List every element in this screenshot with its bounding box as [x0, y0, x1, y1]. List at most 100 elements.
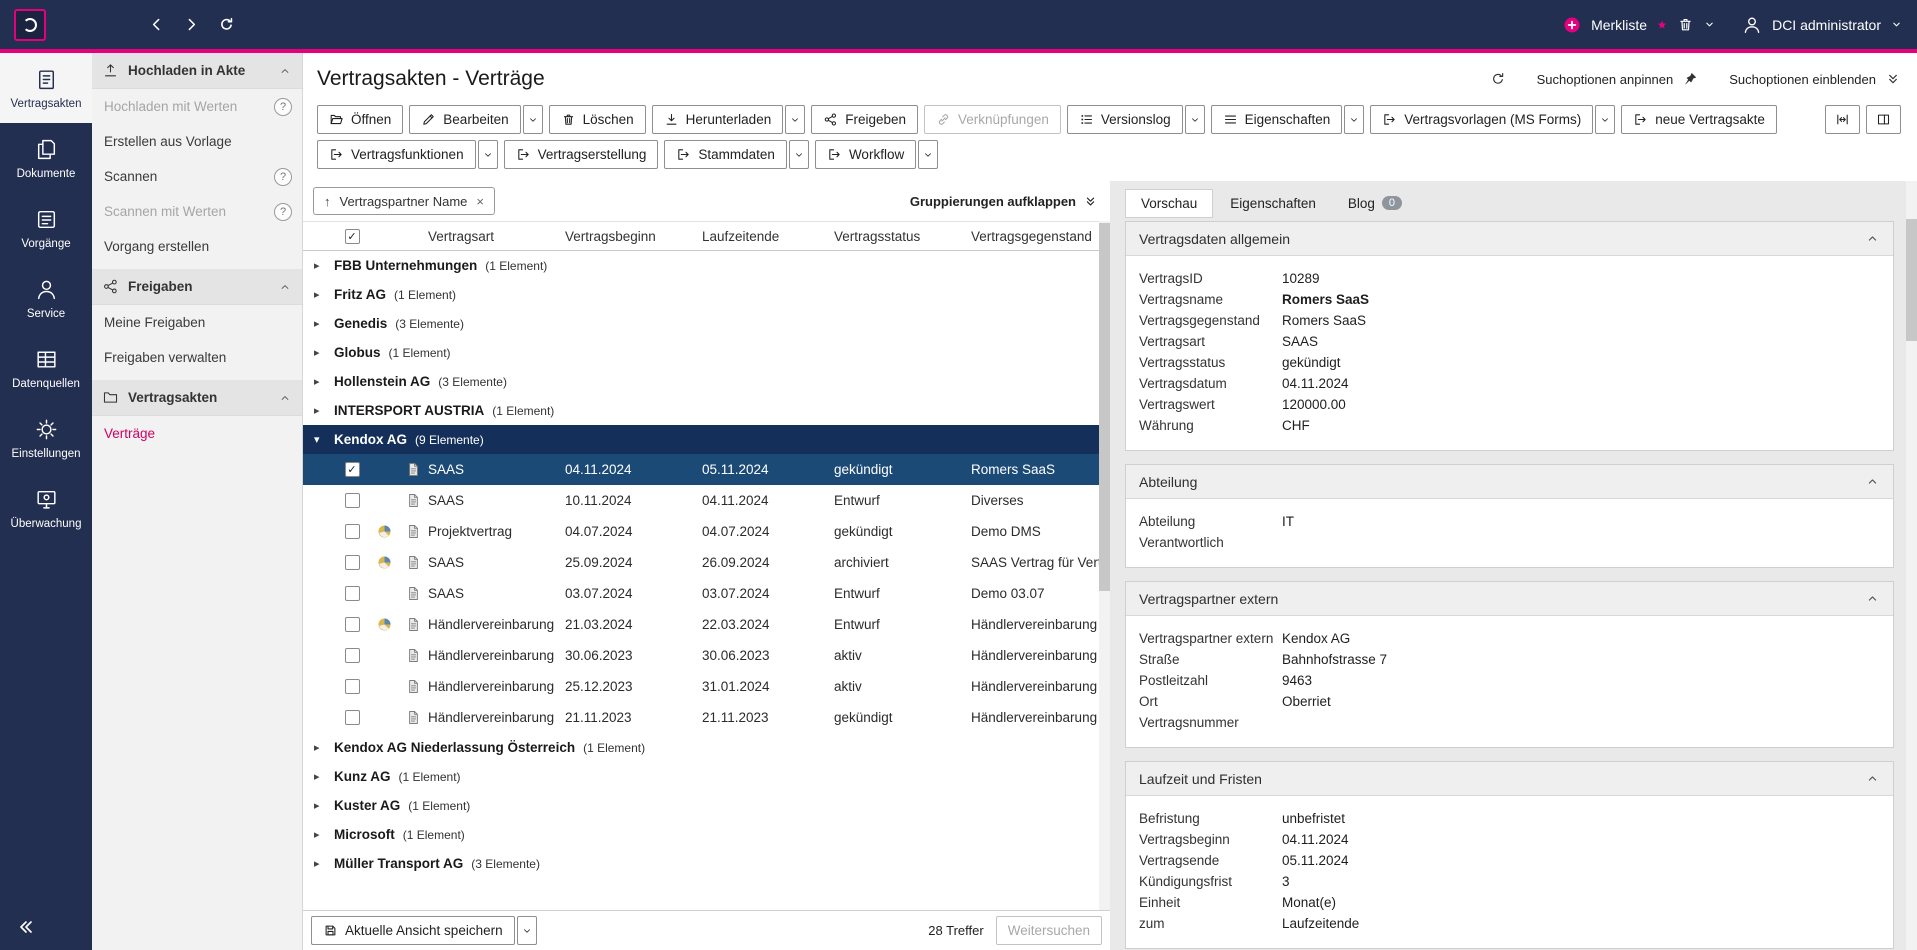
sidebar-item-vertragsakten[interactable]: Vertragsakten	[0, 53, 92, 123]
app-logo[interactable]	[14, 9, 46, 41]
table-row[interactable]: SAAS25.09.202426.09.2024archiviertSAAS V…	[303, 547, 1099, 578]
löschen-button[interactable]: Löschen	[549, 105, 646, 134]
expand-view-button[interactable]	[1825, 105, 1860, 134]
expander-icon[interactable]: ▸	[314, 375, 326, 388]
menu-section-vertragsakten[interactable]: Vertragsakten	[92, 380, 302, 416]
section-header[interactable]: Vertragsdaten allgemein	[1126, 222, 1893, 256]
stammdaten-button[interactable]: Stammdaten	[664, 140, 787, 169]
bearbeiten-dropdown-button[interactable]	[523, 105, 543, 134]
table-row[interactable]: SAAS03.07.202403.07.2024EntwurfDemo 03.0…	[303, 578, 1099, 609]
menu-item-hochladen-mit-werten[interactable]: Hochladen mit Werten?	[92, 89, 302, 124]
group-row-intersport-austria[interactable]: ▸INTERSPORT AUSTRIA(1 Element)	[303, 396, 1099, 425]
user-name[interactable]: DCI administrator	[1772, 17, 1881, 33]
menu-item-scannen-mit-werten[interactable]: Scannen mit Werten?	[92, 194, 302, 229]
tab-eigenschaften[interactable]: Eigenschaften	[1215, 190, 1331, 217]
remove-filter-icon[interactable]: ×	[476, 194, 484, 209]
sidebar-item-datenquellen[interactable]: Datenquellen	[0, 333, 92, 403]
row-checkbox[interactable]	[345, 648, 360, 663]
group-row-kunz-ag[interactable]: ▸Kunz AG(1 Element)	[303, 762, 1099, 791]
menu-section-hochladen-in-akte[interactable]: Hochladen in Akte	[92, 53, 302, 89]
table-row[interactable]: Projektvertrag04.07.202404.07.2024gekünd…	[303, 516, 1099, 547]
sidebar-item-dokumente[interactable]: Dokumente	[0, 123, 92, 193]
menu-section-freigaben[interactable]: Freigaben	[92, 269, 302, 305]
expander-icon[interactable]: ▸	[314, 857, 326, 870]
table-row[interactable]: Händlervereinbarung30.06.202330.06.2023a…	[303, 640, 1099, 671]
column-header-vertragsbeginn[interactable]: Vertragsbeginn	[565, 229, 702, 244]
merkliste-dropdown-icon[interactable]	[1703, 18, 1716, 31]
group-row-microsoft[interactable]: ▸Microsoft(1 Element)	[303, 820, 1099, 849]
save-view-dropdown-button[interactable]	[517, 916, 537, 945]
menu-item-scannen[interactable]: Scannen?	[92, 159, 302, 194]
pin-icon[interactable]	[1682, 71, 1698, 87]
row-checkbox[interactable]	[345, 524, 360, 539]
filter-chip[interactable]: ↑ Vertragspartner Name ×	[313, 187, 495, 215]
group-row-fbb-unternehmungen[interactable]: ▸FBB Unternehmungen(1 Element)	[303, 251, 1099, 280]
group-row-kuster-ag[interactable]: ▸Kuster AG(1 Element)	[303, 791, 1099, 820]
menu-item-vorgang-erstellen[interactable]: Vorgang erstellen	[92, 229, 302, 264]
bearbeiten-button[interactable]: Bearbeiten	[409, 105, 520, 134]
neue-vertragsakte-button[interactable]: neue Vertragsakte	[1621, 105, 1777, 134]
add-to-merkliste-icon[interactable]	[1562, 15, 1582, 35]
group-row-hollenstein-ag[interactable]: ▸Hollenstein AG(3 Elemente)	[303, 367, 1099, 396]
row-checkbox[interactable]	[345, 555, 360, 570]
refresh-results-icon[interactable]	[1490, 71, 1506, 87]
back-icon[interactable]	[148, 16, 165, 33]
expand-groupings-button[interactable]: Gruppierungen aufklappen	[910, 194, 1098, 209]
column-header-laufzeitende[interactable]: Laufzeitende	[702, 229, 834, 244]
sidebar-item-service[interactable]: Service	[0, 263, 92, 333]
vertragsvorlagen-ms-forms-dropdown-button[interactable]	[1595, 105, 1615, 134]
versionslog-button[interactable]: Versionslog	[1067, 105, 1183, 134]
herunterladen-button[interactable]: Herunterladen	[652, 105, 784, 134]
user-dropdown-icon[interactable]	[1890, 18, 1903, 31]
column-header-vertragsart[interactable]: Vertragsart	[428, 229, 565, 244]
tab-vorschau[interactable]: Vorschau	[1125, 189, 1213, 218]
panel-scrollbar[interactable]	[1906, 181, 1917, 950]
list-scrollbar-thumb[interactable]	[1099, 223, 1110, 591]
row-checkbox[interactable]	[345, 710, 360, 725]
tab-blog[interactable]: Blog0	[1333, 190, 1417, 217]
expander-icon[interactable]: ▸	[314, 288, 326, 301]
table-row[interactable]: ✓SAAS04.11.202405.11.2024gekündigtRomers…	[303, 454, 1099, 485]
row-checkbox[interactable]	[345, 493, 360, 508]
expander-icon[interactable]: ▾	[314, 433, 326, 446]
workflow-button[interactable]: Workflow	[815, 140, 916, 169]
group-row-genedis[interactable]: ▸Genedis(3 Elemente)	[303, 309, 1099, 338]
table-row[interactable]: Händlervereinbarung21.11.202321.11.2023g…	[303, 702, 1099, 733]
save-current-view-button[interactable]: Aktuelle Ansicht speichern	[311, 916, 515, 945]
menu-item-verträge[interactable]: Verträge	[92, 416, 302, 451]
pin-search-options[interactable]: Suchoptionen anpinnen	[1537, 72, 1674, 87]
favorite-star-icon[interactable]	[1656, 19, 1668, 31]
menu-item-meine-freigaben[interactable]: Meine Freigaben	[92, 305, 302, 340]
expand-search-options-icon[interactable]	[1885, 71, 1901, 87]
expander-icon[interactable]: ▸	[314, 741, 326, 754]
group-row-kendox-ag-niederlassung-österreich[interactable]: ▸Kendox AG Niederlassung Österreich(1 El…	[303, 733, 1099, 762]
expander-icon[interactable]: ▸	[314, 346, 326, 359]
group-row-fritz-ag[interactable]: ▸Fritz AG(1 Element)	[303, 280, 1099, 309]
row-checkbox[interactable]: ✓	[345, 462, 360, 477]
help-icon[interactable]: ?	[274, 168, 292, 186]
sidebar-collapse-button[interactable]	[0, 904, 92, 950]
user-avatar-icon[interactable]	[1741, 14, 1763, 36]
section-header[interactable]: Laufzeit und Fristen	[1126, 762, 1893, 796]
row-checkbox[interactable]	[345, 679, 360, 694]
sidebar-item-vorgänge[interactable]: Vorgänge	[0, 193, 92, 263]
sidebar-item-einstellungen[interactable]: Einstellungen	[0, 403, 92, 473]
expander-icon[interactable]: ▸	[314, 799, 326, 812]
vertragsfunktionen-button[interactable]: Vertragsfunktionen	[317, 140, 476, 169]
vertragserstellung-button[interactable]: Vertragserstellung	[504, 140, 659, 169]
split-layout-button[interactable]	[1866, 105, 1901, 134]
workflow-dropdown-button[interactable]	[918, 140, 938, 169]
menu-item-erstellen-aus-vorlage[interactable]: Erstellen aus Vorlage	[92, 124, 302, 159]
help-icon[interactable]: ?	[274, 98, 292, 116]
clear-merkliste-icon[interactable]	[1677, 16, 1694, 33]
vertragsvorlagen-ms-forms-button[interactable]: Vertragsvorlagen (MS Forms)	[1370, 105, 1593, 134]
sidebar-item-überwachung[interactable]: Überwachung	[0, 473, 92, 543]
help-icon[interactable]: ?	[274, 203, 292, 221]
expander-icon[interactable]: ▸	[314, 259, 326, 272]
freigeben-button[interactable]: Freigeben	[811, 105, 918, 134]
group-row-globus[interactable]: ▸Globus(1 Element)	[303, 338, 1099, 367]
section-header[interactable]: Vertragspartner extern	[1126, 582, 1893, 616]
select-all-checkbox[interactable]: ✓	[345, 229, 360, 244]
expander-icon[interactable]: ▸	[314, 317, 326, 330]
table-row[interactable]: Händlervereinbarung21.03.202422.03.2024E…	[303, 609, 1099, 640]
